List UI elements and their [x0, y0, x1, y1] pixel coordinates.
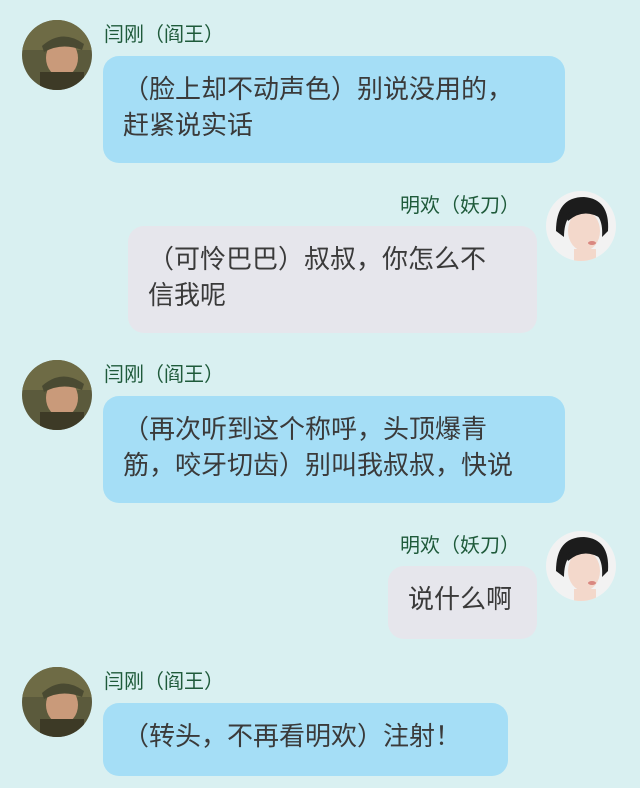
message-line: （可怜巴巴）叔叔，你怎么不 — [148, 245, 487, 275]
message-bubble[interactable]: （可怜巴巴）叔叔，你怎么不 信我呢 — [128, 226, 537, 333]
sender-name: 明欢（妖刀） — [400, 193, 520, 217]
man-avatar-icon — [22, 667, 92, 737]
message-line: （脸上却不动声色）别说没用的， — [123, 75, 514, 105]
message-line: 筋，咬牙切齿）别叫我叔叔，快说 — [123, 451, 514, 481]
woman-avatar-icon — [546, 531, 616, 601]
message-bubble[interactable]: （转头，不再看明欢）注射！ — [103, 703, 508, 776]
man-avatar-icon — [22, 360, 92, 430]
chat-screen: { "messages": [ { "sender": "闫刚（阎王）", "s… — [0, 0, 640, 788]
message-line: （转头，不再看明欢）注射！ — [123, 722, 462, 752]
man-avatar[interactable] — [22, 667, 92, 737]
message-bubble[interactable]: （再次听到这个称呼，头顶爆青 筋，咬牙切齿）别叫我叔叔，快说 — [103, 396, 565, 503]
message-bubble[interactable]: （脸上却不动声色）别说没用的， 赶紧说实话 — [103, 56, 565, 163]
message-line: 赶紧说实话 — [123, 111, 254, 141]
man-avatar[interactable] — [22, 20, 92, 90]
sender-name: 闫刚（阎王） — [104, 22, 224, 46]
sender-name: 明欢（妖刀） — [400, 533, 520, 557]
message-line: 信我呢 — [148, 281, 227, 311]
message-line: 说什么啊 — [408, 585, 513, 615]
man-avatar-icon — [22, 20, 92, 90]
woman-avatar[interactable] — [546, 191, 616, 261]
man-avatar[interactable] — [22, 360, 92, 430]
sender-name: 闫刚（阎王） — [104, 669, 224, 693]
message-bubble[interactable]: 说什么啊 — [388, 566, 537, 639]
woman-avatar-icon — [546, 191, 616, 261]
sender-name: 闫刚（阎王） — [104, 362, 224, 386]
message-line: （再次听到这个称呼，头顶爆青 — [123, 415, 488, 445]
woman-avatar[interactable] — [546, 531, 616, 601]
